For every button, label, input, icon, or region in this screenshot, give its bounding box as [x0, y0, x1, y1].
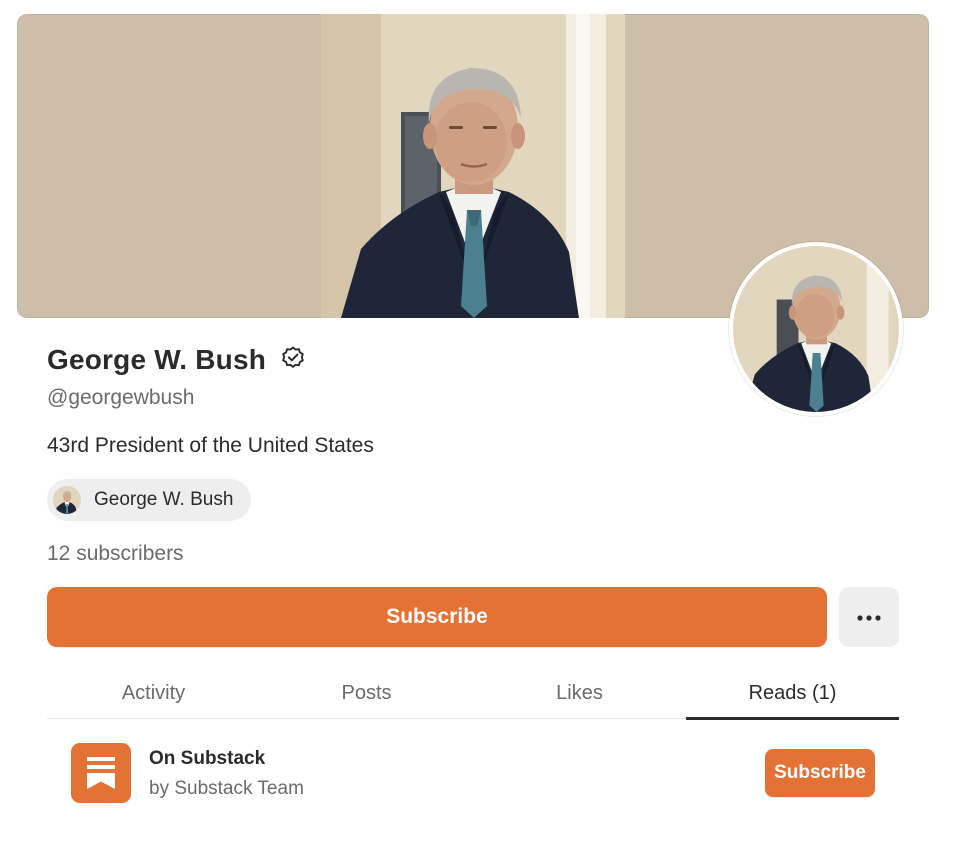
subscriber-count: 12 subscribers — [47, 542, 184, 565]
publication-chip[interactable]: George W. Bush — [47, 479, 252, 521]
profile-handle: @georgewbush — [47, 386, 195, 409]
read-author: by Substack Team — [149, 778, 304, 799]
avatar-photo — [733, 246, 899, 412]
tab-posts[interactable]: Posts — [260, 670, 473, 718]
read-subscribe-button[interactable]: Subscribe — [765, 749, 875, 797]
tab-activity[interactable]: Activity — [47, 670, 260, 718]
profile-bio: 43rd President of the United States — [47, 434, 374, 457]
ellipsis-icon — [856, 610, 882, 625]
substack-logo-icon[interactable] — [71, 743, 131, 803]
more-options-button[interactable] — [839, 587, 899, 647]
publication-chip-avatar — [53, 486, 81, 514]
profile-name: George W. Bush — [47, 344, 267, 375]
publication-chip-label: George W. Bush — [94, 489, 234, 510]
verified-check-icon — [280, 345, 306, 371]
read-title[interactable]: On Substack — [149, 748, 265, 770]
tab-likes[interactable]: Likes — [473, 670, 686, 718]
tab-reads[interactable]: Reads (1) — [686, 670, 899, 720]
banner-portrait-photo — [321, 14, 625, 318]
subscribe-button[interactable]: Subscribe — [47, 587, 827, 647]
list-item: On Substack by Substack Team Subscribe — [71, 742, 875, 804]
profile-page: George W. Bush @georgewbush 43rd Preside… — [0, 0, 957, 868]
profile-avatar[interactable] — [729, 242, 903, 416]
profile-name-row: George W. Bush — [47, 344, 306, 376]
profile-tabs: Activity Posts Likes Reads (1) — [47, 670, 899, 720]
